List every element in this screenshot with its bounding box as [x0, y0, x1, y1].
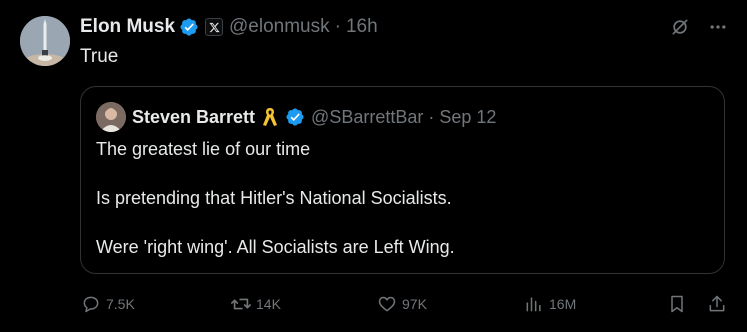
x-logo-icon: [205, 18, 224, 36]
quoted-post[interactable]: Steven Barrett @SBarrettBar · Sep 12 The…: [80, 86, 725, 274]
reply-count: 7.5K: [106, 296, 135, 312]
avatar[interactable]: [20, 16, 70, 66]
post: Elon Musk @elonmusk · 16h True Steven Ba…: [0, 0, 747, 332]
yellow-ribbon-icon: [261, 106, 279, 128]
quoted-header: Steven Barrett @SBarrettBar · Sep 12: [96, 102, 496, 132]
bookmark-icon: [666, 293, 688, 315]
bookmark-button[interactable]: [666, 290, 692, 318]
repost-button[interactable]: 14K: [230, 290, 281, 318]
author-handle[interactable]: @elonmusk: [229, 16, 330, 38]
top-actions: [653, 16, 729, 38]
quoted-avatar[interactable]: [96, 102, 126, 132]
like-count: 97K: [402, 296, 427, 312]
quoted-paragraph: The greatest lie of our time: [96, 139, 311, 159]
verified-badge-icon[interactable]: [285, 107, 305, 127]
quoted-date[interactable]: Sep 12: [439, 107, 496, 128]
post-header: Elon Musk @elonmusk · 16h: [80, 14, 378, 40]
quoted-author-name[interactable]: Steven Barrett: [132, 107, 255, 128]
quoted-paragraph: Is pretending that Hitler's National Soc…: [96, 188, 452, 208]
reply-icon: [80, 293, 102, 315]
separator: ·: [428, 106, 435, 127]
repost-icon: [230, 293, 252, 315]
more-icon[interactable]: [707, 16, 729, 38]
verified-badge-icon[interactable]: [179, 17, 199, 37]
post-time[interactable]: 16h: [346, 16, 378, 38]
views-icon: [523, 293, 545, 315]
separator: ·: [334, 16, 341, 37]
grok-icon[interactable]: [669, 16, 691, 38]
repost-count: 14K: [256, 296, 281, 312]
heart-icon: [376, 293, 398, 315]
author-name[interactable]: Elon Musk: [80, 16, 175, 38]
share-icon: [706, 293, 728, 315]
views-count: 16M: [549, 296, 577, 312]
views-button[interactable]: 16M: [523, 290, 576, 318]
quoted-author-handle[interactable]: @SBarrettBar: [311, 107, 423, 128]
reply-button[interactable]: 7.5K: [80, 290, 135, 318]
share-button[interactable]: [706, 290, 732, 318]
quoted-paragraph: Were 'right wing'. All Socialists are Le…: [96, 237, 455, 257]
post-text: True: [80, 46, 119, 67]
action-bar: 7.5K 14K 97K 16M: [80, 290, 730, 318]
like-button[interactable]: 97K: [376, 290, 427, 318]
quoted-text: The greatest lie of our time Is pretendi…: [96, 137, 455, 259]
